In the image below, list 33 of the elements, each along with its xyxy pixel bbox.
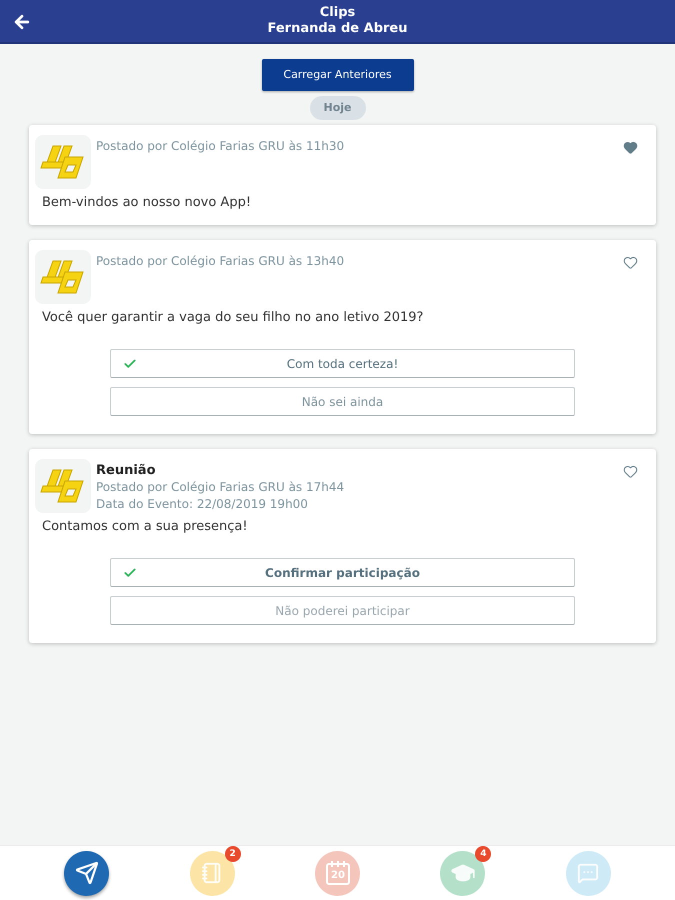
calendar-icon	[324, 860, 351, 886]
load-earlier-button[interactable]: Carregar Anteriores	[262, 59, 414, 91]
post-text: Contamos com a sua presença!	[41, 518, 249, 536]
heart-icon[interactable]	[623, 140, 638, 155]
logo-icon	[35, 459, 91, 513]
day-chip: Hoje	[310, 96, 366, 120]
posted-by: Postado por Colégio Farias GRU às 11h30	[96, 138, 346, 155]
posted-by: Postado por Colégio Farias GRU às 13h40	[96, 253, 346, 270]
event-date: Data do Evento: 22/08/2019 19h00	[96, 496, 309, 513]
notebook-tab[interactable]	[190, 850, 235, 896]
chat-icon	[577, 862, 600, 884]
header-subtitle: Fernanda de Abreu	[268, 21, 408, 37]
heart-icon[interactable]	[623, 464, 638, 479]
header-title: Clips	[320, 5, 356, 21]
heart-icon[interactable]	[623, 255, 638, 270]
logo-icon	[35, 135, 91, 189]
rsvp-option[interactable]: Confirmar participação	[110, 558, 575, 587]
send-tab[interactable]	[64, 850, 110, 896]
notification-count: 4	[475, 846, 492, 862]
paper-plane-icon	[74, 861, 99, 885]
check-icon	[123, 566, 137, 580]
calendar-day: 20	[328, 870, 347, 882]
notification-count: 2	[224, 846, 241, 862]
poll-option[interactable]: Não sei ainda	[110, 387, 575, 416]
graduation-tab[interactable]	[440, 850, 486, 896]
check-icon	[123, 357, 137, 371]
posted-by: Postado por Colégio Farias GRU às 17h44	[96, 479, 346, 496]
post-text: Você quer garantir a vaga do seu filho no ano letivo 2019?	[41, 309, 424, 327]
post-text: Bem-vindos ao nosso novo App!	[41, 194, 252, 212]
logo-icon	[35, 250, 91, 304]
notebook-icon	[201, 862, 224, 884]
post-title: Reunião	[96, 462, 156, 479]
poll-option[interactable]: Com toda certeza!	[110, 349, 575, 378]
